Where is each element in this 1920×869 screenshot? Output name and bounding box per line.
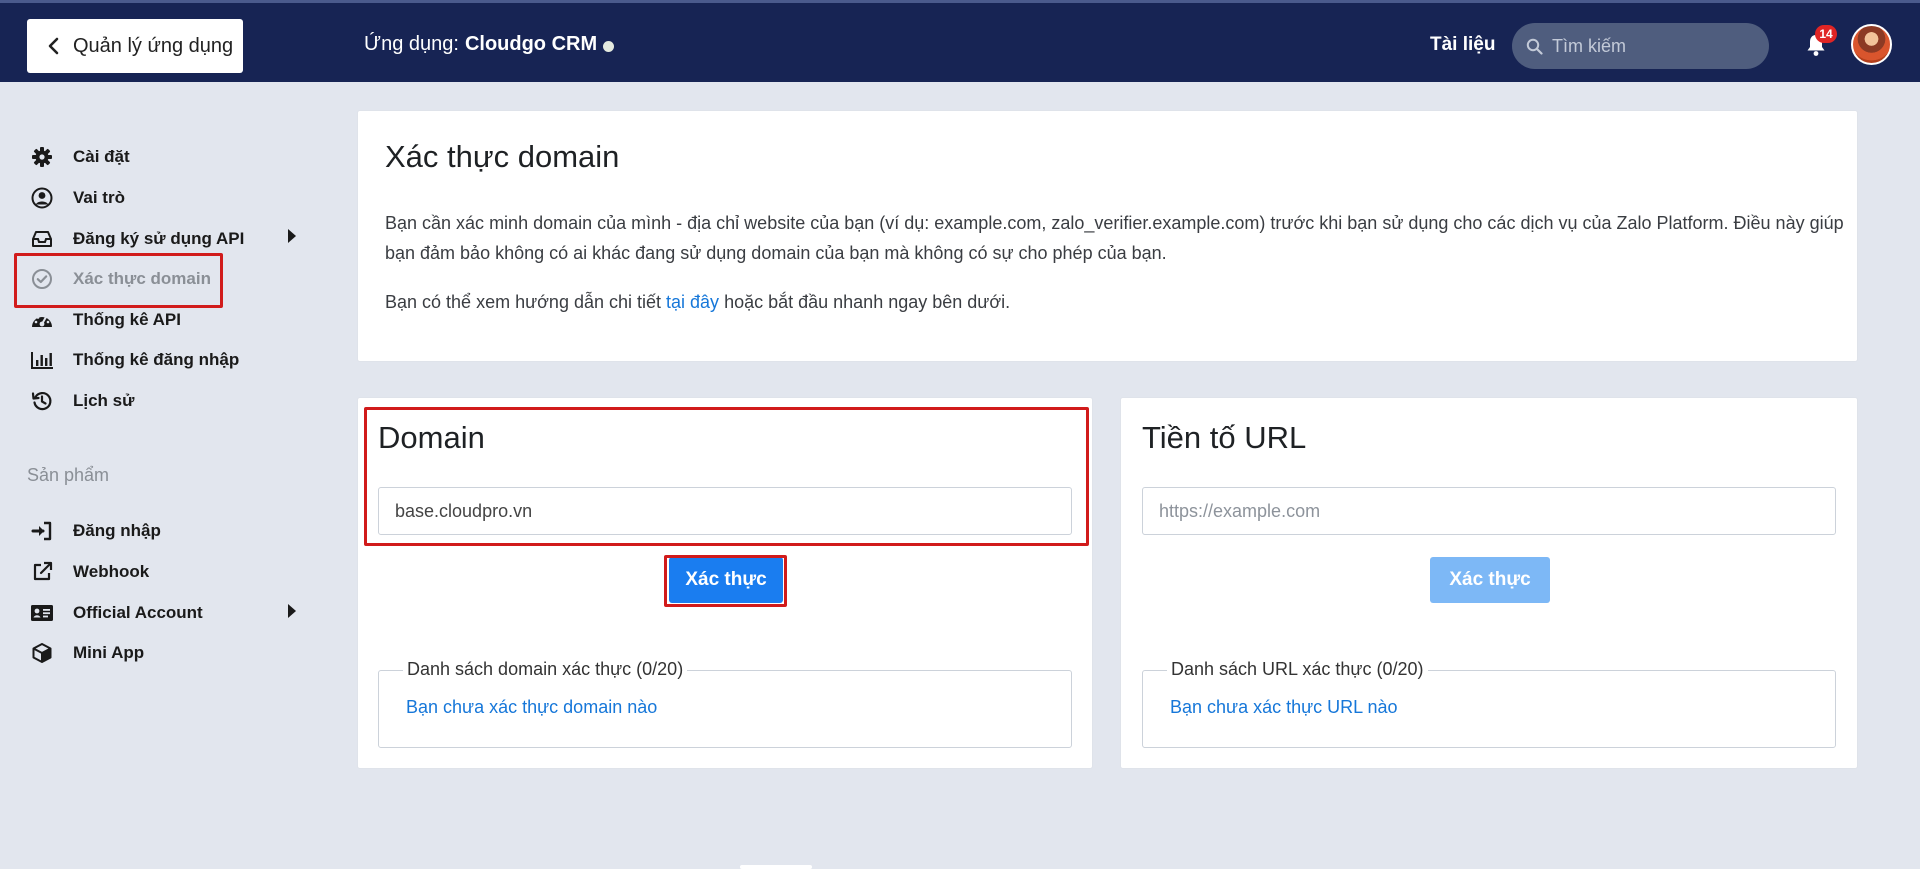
docs-link[interactable]: Tài liệu <box>1430 34 1495 56</box>
sidebar-item-api-stats[interactable]: Thống kê API <box>28 306 181 334</box>
sidebar-item-webhook[interactable]: Webhook <box>28 558 149 586</box>
avatar[interactable] <box>1851 24 1892 65</box>
history-icon <box>28 387 56 415</box>
id-card-icon <box>28 599 56 627</box>
gauge-icon <box>28 306 56 334</box>
chevron-left-icon <box>48 37 59 55</box>
caret-right-icon[interactable] <box>288 604 296 618</box>
domain-card: Domain Xác thực Danh sách domain xác thự… <box>357 397 1093 769</box>
sidebar-item-label: Webhook <box>73 562 150 581</box>
sidebar-item-label: Thống kê API <box>73 310 181 329</box>
sidebar-item-roles[interactable]: Vai trò <box>28 184 125 212</box>
inbox-icon <box>28 225 56 253</box>
verified-url-list-legend: Danh sách URL xác thực (0/20) <box>1167 659 1428 680</box>
top-bar: Quản lý ứng dụng Ứng dụng: Cloudgo CRM T… <box>0 0 1920 82</box>
domain-list-empty-text[interactable]: Bạn chưa xác thực domain nào <box>406 697 657 718</box>
sidebar-item-login-stats[interactable]: Thống kê đăng nhập <box>28 346 239 374</box>
app-prefix: Ứng dụng: <box>364 33 459 55</box>
verified-url-list: Danh sách URL xác thực (0/20) Bạn chưa x… <box>1142 659 1836 748</box>
sidebar-item-official-account[interactable]: Official Account <box>28 599 203 627</box>
url-card-title: Tiền tố URL <box>1142 420 1307 455</box>
sidebar-item-domain-verification[interactable]: Xác thực domain <box>28 265 211 293</box>
intro-card: Xác thực domain Bạn cần xác minh domain … <box>357 110 1858 362</box>
verify-url-button[interactable]: Xác thực <box>1430 557 1550 603</box>
sidebar-item-label: Cài đặt <box>73 147 130 166</box>
guide-link[interactable]: tại đây <box>666 292 719 312</box>
back-button-label: Quản lý ứng dụng <box>73 34 234 57</box>
url-list-empty-text[interactable]: Bạn chưa xác thực URL nào <box>1170 697 1398 718</box>
external-link-icon <box>28 558 56 586</box>
verified-domain-list-legend: Danh sách domain xác thực (0/20) <box>403 659 688 680</box>
search-icon <box>1526 38 1543 55</box>
intro-paragraph: Bạn cần xác minh domain của mình - địa c… <box>385 213 1844 263</box>
caret-right-icon[interactable] <box>288 229 296 243</box>
app-title: Ứng dụng: Cloudgo CRM <box>364 33 615 56</box>
sign-in-icon <box>28 517 56 545</box>
guide-text-after: hoặc bắt đầu nhanh ngay bên dưới. <box>719 292 1011 312</box>
sidebar-item-api-registration[interactable]: Đăng ký sử dụng API <box>28 225 244 253</box>
sidebar-item-mini-app[interactable]: Mini App <box>28 639 144 667</box>
url-prefix-input[interactable] <box>1142 487 1836 535</box>
app-status-dot <box>603 40 615 52</box>
gear-icon <box>28 143 56 171</box>
sidebar-item-label: Official Account <box>73 603 203 622</box>
url-prefix-card: Tiền tố URL Xác thực Danh sách URL xác t… <box>1120 397 1858 769</box>
verify-domain-button[interactable]: Xác thực <box>669 557 783 603</box>
sidebar-item-label: Vai trò <box>73 188 125 207</box>
user-circle-icon <box>28 184 56 212</box>
products-section-label: Sản phẩm <box>27 465 110 485</box>
domain-input[interactable] <box>378 487 1072 535</box>
app-name: Cloudgo CRM <box>464 33 598 55</box>
horizontal-scrollbar-thumb[interactable] <box>740 865 812 869</box>
intro-guide-paragraph: Bạn có thể xem hướng dẫn chi tiết tại đâ… <box>385 287 1845 317</box>
verified-domain-list: Danh sách domain xác thực (0/20) Bạn chư… <box>378 659 1072 748</box>
sidebar-item-label: Thống kê đăng nhập <box>73 350 240 369</box>
sidebar-item-history[interactable]: Lịch sử <box>28 387 134 415</box>
sidebar-item-label: Xác thực domain <box>73 269 211 288</box>
sidebar-item-label: Lịch sử <box>73 391 135 410</box>
check-circle-icon <box>28 265 56 293</box>
sidebar-item-label: Mini App <box>73 643 145 662</box>
search-box[interactable] <box>1512 23 1769 69</box>
cube-icon <box>28 639 56 667</box>
back-to-app-management-button[interactable]: Quản lý ứng dụng <box>27 19 243 73</box>
sidebar-item-label: Đăng ký sử dụng API <box>73 229 245 248</box>
sidebar-item-settings[interactable]: Cài đặt <box>28 143 130 171</box>
bar-chart-icon <box>28 346 56 374</box>
sidebar-item-label: Đăng nhập <box>73 521 161 540</box>
domain-card-title: Domain <box>378 420 485 455</box>
notification-badge: 14 <box>1815 25 1837 43</box>
page-title: Xác thực domain <box>385 139 620 174</box>
guide-text-before: Bạn có thể xem hướng dẫn chi tiết <box>385 292 667 312</box>
sidebar-item-login[interactable]: Đăng nhập <box>28 517 161 545</box>
search-input[interactable] <box>1552 35 1752 57</box>
